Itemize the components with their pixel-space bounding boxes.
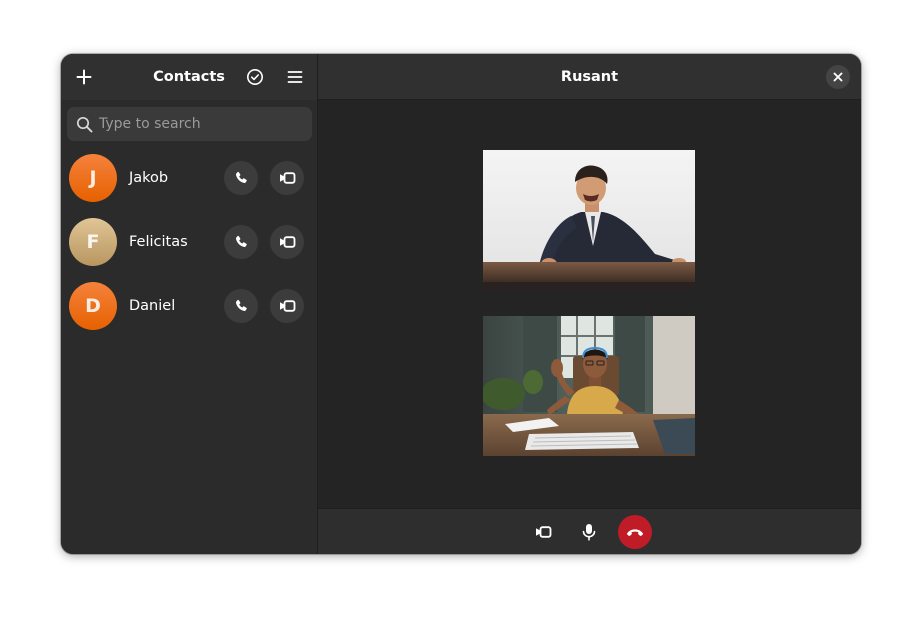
close-button[interactable] bbox=[826, 65, 850, 89]
audio-call-button[interactable] bbox=[224, 161, 258, 195]
hamburger-menu-icon bbox=[287, 71, 303, 83]
app-window: Contacts J bbox=[61, 54, 861, 554]
phone-icon bbox=[235, 171, 247, 184]
audio-call-button[interactable] bbox=[224, 289, 258, 323]
select-button[interactable] bbox=[238, 60, 272, 94]
avatar-initial: D bbox=[85, 295, 101, 317]
sidebar-title-label: Contacts bbox=[153, 69, 225, 85]
local-video-frame bbox=[483, 316, 695, 456]
phone-icon bbox=[235, 299, 247, 312]
plus-icon bbox=[76, 69, 92, 85]
phone-icon bbox=[235, 235, 247, 248]
avatar-initial: J bbox=[89, 167, 97, 189]
contact-row-jakob[interactable]: J Jakob bbox=[61, 146, 318, 210]
video-call-button[interactable] bbox=[270, 289, 304, 323]
hangup-button[interactable] bbox=[618, 515, 652, 549]
toggle-camera-button[interactable] bbox=[526, 515, 560, 549]
contact-name: Felicitas bbox=[129, 234, 188, 250]
remote-video bbox=[483, 150, 695, 290]
add-contact-button[interactable] bbox=[67, 60, 101, 94]
call-view: Rusant bbox=[318, 54, 861, 554]
main-menu-button[interactable] bbox=[278, 60, 312, 94]
close-icon bbox=[833, 72, 843, 82]
check-circle-icon bbox=[247, 69, 263, 85]
contact-name: Daniel bbox=[129, 298, 176, 314]
video-call-button[interactable] bbox=[270, 161, 304, 195]
hangup-icon bbox=[626, 529, 644, 536]
contact-row-felicitas[interactable]: F Felicitas bbox=[61, 210, 318, 274]
avatar-initial: F bbox=[86, 231, 100, 253]
sidebar-header: Contacts bbox=[61, 54, 317, 100]
microphone-icon bbox=[582, 524, 596, 541]
toggle-microphone-button[interactable] bbox=[572, 515, 606, 549]
call-controls-bar bbox=[318, 508, 861, 554]
call-header: Rusant bbox=[318, 54, 861, 100]
audio-call-button[interactable] bbox=[224, 225, 258, 259]
contact-name: Jakob bbox=[129, 170, 169, 186]
contact-row-daniel[interactable]: D Daniel bbox=[61, 274, 318, 338]
avatar: J bbox=[69, 154, 117, 202]
search-icon bbox=[76, 116, 93, 132]
search-input[interactable] bbox=[93, 116, 312, 132]
local-video bbox=[483, 316, 695, 456]
camera-icon bbox=[279, 300, 295, 312]
video-call-button[interactable] bbox=[270, 225, 304, 259]
search-box[interactable] bbox=[67, 107, 312, 141]
remote-video-frame bbox=[483, 150, 695, 290]
camera-icon bbox=[279, 236, 295, 248]
contacts-sidebar: Contacts J bbox=[61, 54, 318, 554]
camera-icon bbox=[279, 172, 295, 184]
avatar: F bbox=[69, 218, 117, 266]
camera-icon bbox=[535, 526, 551, 538]
call-title: Rusant bbox=[560, 68, 619, 85]
avatar: D bbox=[69, 282, 117, 330]
